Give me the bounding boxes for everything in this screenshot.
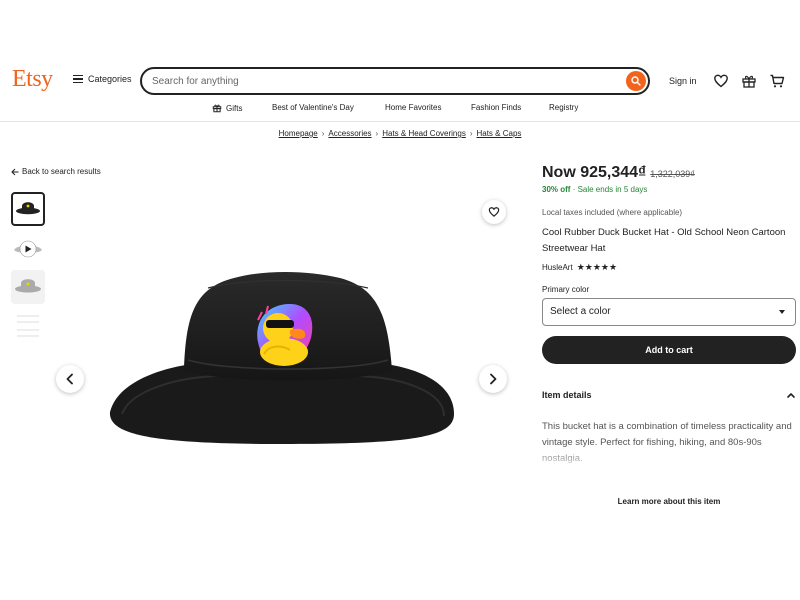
dropdown-caret-icon — [779, 310, 785, 314]
chevron-up-icon — [787, 393, 795, 398]
tax-note: Local taxes included (where applicable) — [542, 208, 683, 217]
header-divider — [0, 121, 800, 122]
previous-image-button[interactable] — [56, 365, 84, 393]
price-original: 1,322,039₫ — [650, 169, 695, 179]
video-thumbnail-image — [14, 240, 42, 258]
etsy-logo[interactable]: Etsy — [12, 66, 53, 93]
color-select[interactable]: Select a color — [542, 298, 796, 326]
discount-label: 30% off — [542, 185, 571, 194]
text-fade-overlay — [542, 447, 796, 467]
sale-ends-label: · Sale ends in 5 days — [572, 185, 648, 194]
breadcrumb-accessories[interactable]: Accessories — [328, 129, 371, 138]
chevron-right-icon — [490, 373, 497, 385]
rating-stars[interactable]: ★★★★★ — [577, 262, 617, 273]
breadcrumb-separator: › — [321, 129, 325, 138]
add-to-cart-button[interactable]: Add to cart — [542, 336, 796, 364]
next-image-button[interactable] — [479, 365, 507, 393]
subnav-item-valentines[interactable]: Best of Valentine's Day — [272, 103, 354, 112]
subnav-item-gifts[interactable]: Gifts — [212, 103, 242, 113]
shop-name-link[interactable]: HusleArt — [542, 263, 573, 272]
product-info-panel: Now 925,344₫ 1,322,039₫ 30% off · Sale e… — [542, 164, 796, 506]
menu-icon — [73, 75, 83, 83]
site-header: Etsy Categories Sign in — [0, 60, 800, 102]
categories-label: Categories — [88, 74, 132, 84]
rubber-duck-graphic — [257, 304, 313, 366]
size-chart-thumbnail-image — [11, 310, 45, 344]
heart-icon — [488, 207, 500, 217]
sale-info: 30% off · Sale ends in 5 days — [542, 185, 796, 194]
sign-in-link[interactable]: Sign in — [669, 76, 697, 86]
subnav-item-registry[interactable]: Registry — [549, 103, 578, 112]
cart-icon[interactable] — [769, 73, 785, 89]
subnav-label: Gifts — [226, 103, 243, 113]
item-details-label: Item details — [542, 390, 592, 400]
color-select-value: Select a color — [550, 306, 611, 317]
item-details-text: This bucket hat is a combination of time… — [542, 419, 796, 467]
sub-navigation: Gifts Best of Valentine's Day Home Favor… — [0, 100, 800, 120]
primary-color-label: Primary color — [542, 285, 590, 294]
breadcrumb-hats-caps[interactable]: Hats & Caps — [476, 129, 521, 138]
breadcrumb-separator: › — [375, 129, 379, 138]
shop-info: HusleArt ★★★★★ — [542, 262, 796, 273]
price-row: Now 925,344₫ 1,322,039₫ — [542, 164, 796, 182]
subnav-item-home-favorites[interactable]: Home Favorites — [385, 103, 441, 112]
back-to-results-link[interactable]: Back to search results — [11, 167, 101, 176]
categories-button[interactable]: Categories — [73, 74, 132, 84]
hat-thumbnail-image — [16, 202, 40, 215]
chevron-left-icon — [66, 373, 73, 385]
breadcrumb: Homepage › Accessories › Hats & Head Coverin… — [0, 129, 800, 138]
search-icon — [631, 76, 641, 86]
search-input[interactable] — [152, 73, 612, 89]
learn-more-link[interactable]: Learn more about this item — [542, 497, 796, 506]
product-image — [109, 272, 454, 444]
favorite-button[interactable] — [482, 200, 506, 224]
back-label: Back to search results — [22, 167, 101, 176]
hat-gray-thumbnail-image — [11, 270, 45, 304]
search-button[interactable] — [626, 71, 646, 91]
price-current: Now 925,344₫ — [542, 164, 647, 181]
thumbnail-size-chart[interactable] — [11, 310, 45, 344]
thumbnail-3[interactable] — [11, 270, 45, 304]
breadcrumb-separator: › — [469, 129, 473, 138]
thumbnail-1[interactable] — [11, 192, 45, 226]
product-title: Cool Rubber Duck Bucket Hat - Old School… — [542, 227, 786, 254]
subnav-item-fashion-finds[interactable]: Fashion Finds — [471, 103, 521, 112]
gift-icon[interactable] — [741, 73, 757, 89]
breadcrumb-homepage[interactable]: Homepage — [279, 129, 318, 138]
heart-icon[interactable] — [713, 73, 729, 89]
arrow-left-icon — [11, 168, 19, 175]
search-bar — [140, 67, 650, 95]
breadcrumb-hats-head-coverings[interactable]: Hats & Head Coverings — [382, 129, 466, 138]
item-details-toggle[interactable]: Item details — [542, 390, 796, 400]
gift-icon — [212, 104, 222, 113]
thumbnail-video[interactable] — [11, 232, 45, 266]
